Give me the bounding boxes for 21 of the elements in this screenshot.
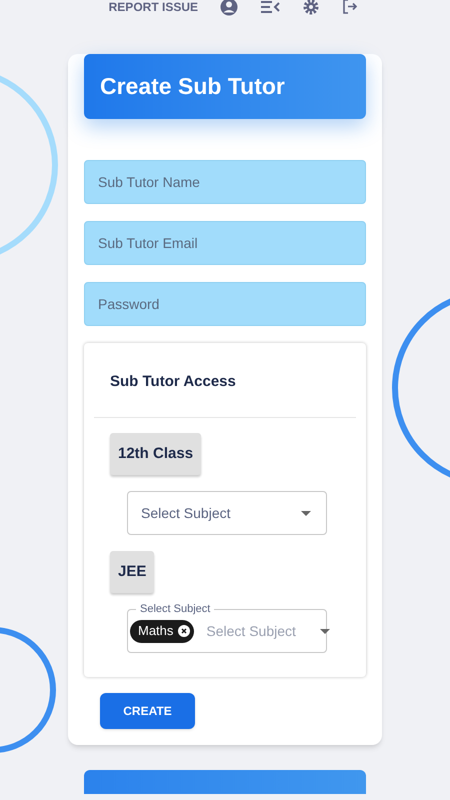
remove-icon[interactable] bbox=[178, 625, 190, 637]
chip-label: Maths bbox=[138, 622, 174, 640]
dropdown-caret-icon[interactable] bbox=[301, 510, 311, 516]
select-placeholder: Select Subject bbox=[206, 622, 296, 641]
select-label: Select Subject bbox=[136, 602, 214, 616]
text-field[interactable]: Password bbox=[84, 282, 366, 326]
menu-collapse-icon[interactable] bbox=[260, 0, 280, 14]
text-field[interactable]: Sub Tutor Email bbox=[84, 221, 366, 265]
class-button[interactable]: JEE bbox=[110, 551, 154, 593]
report-issue-link[interactable]: REPORT ISSUE bbox=[108, 0, 198, 16]
class-button[interactable]: 12th Class bbox=[110, 433, 202, 475]
form-title: Create Sub Tutor bbox=[100, 72, 285, 102]
create-button[interactable]: CREATE bbox=[100, 693, 195, 729]
subject-select[interactable]: Select Subject bbox=[127, 491, 327, 535]
select-placeholder: Select Subject bbox=[141, 504, 230, 523]
logout-icon[interactable] bbox=[342, 0, 358, 15]
account-icon[interactable] bbox=[220, 0, 238, 16]
dropdown-caret-icon[interactable] bbox=[320, 628, 330, 634]
text-field[interactable]: Sub Tutor Name bbox=[84, 160, 366, 204]
settings-icon[interactable] bbox=[302, 0, 320, 16]
access-title: Sub Tutor Access bbox=[109, 372, 237, 392]
